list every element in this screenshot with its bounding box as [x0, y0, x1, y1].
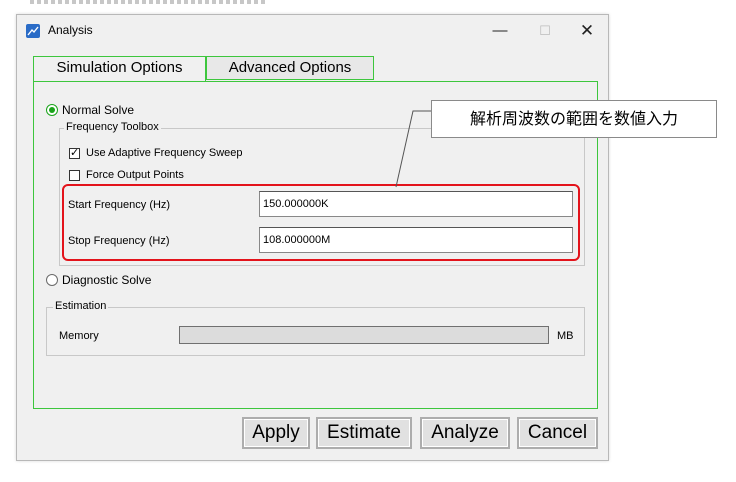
tab-advanced-options[interactable]: Advanced Options [206, 56, 374, 80]
minimize-button[interactable]: — [482, 19, 518, 43]
estimate-button[interactable]: Estimate [316, 417, 412, 449]
frequency-toolbox-title: Frequency Toolbox [64, 121, 161, 133]
normal-solve-label: Normal Solve [62, 103, 135, 117]
app-icon [26, 24, 40, 38]
normal-solve-radio[interactable] [46, 104, 58, 116]
force-output-label: Force Output Points [86, 169, 184, 181]
window-title: Analysis [48, 23, 93, 37]
use-adaptive-checkbox[interactable]: ✓ [69, 148, 80, 159]
force-output-checkbox[interactable] [69, 170, 80, 181]
memory-unit: MB [557, 330, 574, 342]
tab-simulation-options[interactable]: Simulation Options [33, 56, 206, 81]
apply-button[interactable]: Apply [242, 417, 310, 449]
highlight-box [62, 184, 580, 261]
maximize-button[interactable]: ☐ [527, 19, 563, 43]
analyze-button[interactable]: Analyze [420, 417, 510, 449]
title-bar: Analysis — ☐ ✕ [17, 15, 608, 47]
memory-label: Memory [59, 330, 99, 342]
memory-bar [179, 326, 549, 344]
close-button[interactable]: ✕ [569, 19, 605, 43]
annotation-callout: 解析周波数の範囲を数値入力 [431, 100, 717, 138]
diagnostic-solve-radio[interactable] [46, 274, 58, 286]
estimation-title: Estimation [53, 300, 109, 312]
background-fragment [30, 0, 265, 4]
diagnostic-solve-label: Diagnostic Solve [62, 273, 152, 287]
cancel-button[interactable]: Cancel [517, 417, 598, 449]
use-adaptive-label: Use Adaptive Frequency Sweep [86, 147, 243, 159]
